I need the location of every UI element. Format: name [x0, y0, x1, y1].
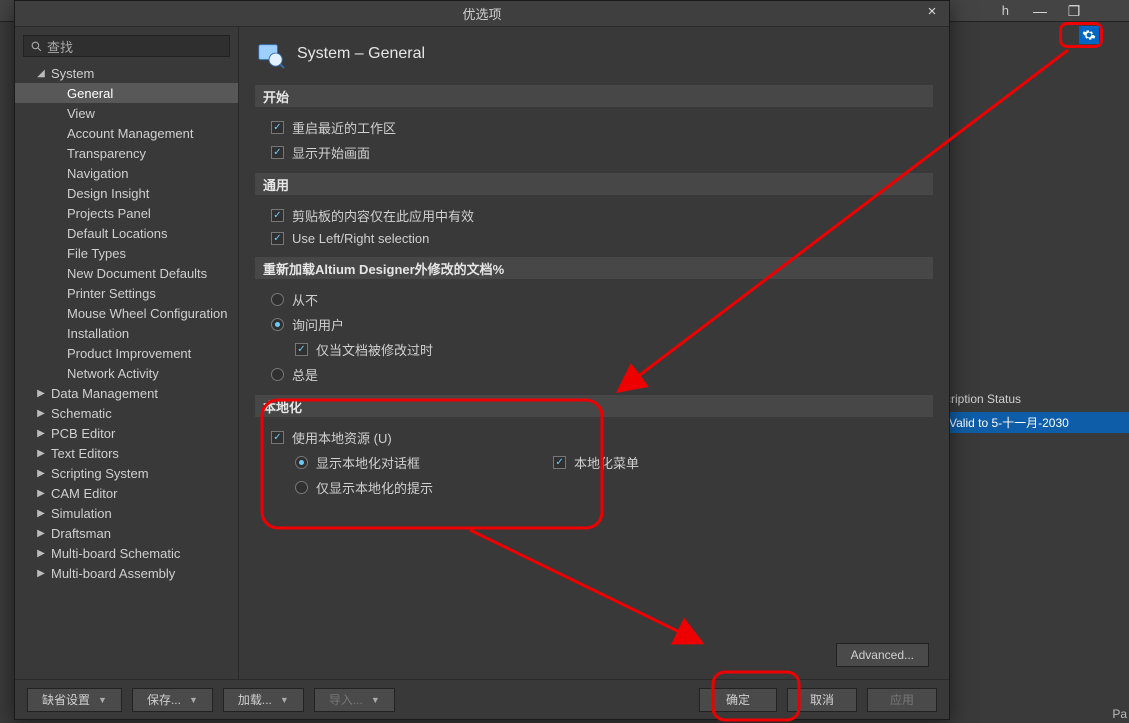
chevron-down-icon: ▼	[98, 695, 107, 705]
tree-general[interactable]: General	[15, 83, 238, 103]
dialog-footer: 缺省设置▼ 保存...▼ 加载...▼ 导入...▼ 确定 取消 应用	[15, 679, 949, 719]
radio-icon[interactable]	[271, 368, 284, 381]
tree-multiboard-asm[interactable]: ▶Multi-board Assembly	[15, 563, 238, 583]
radio-icon[interactable]	[295, 481, 308, 494]
chevron-right-icon: ▶	[35, 548, 47, 559]
checkbox-icon[interactable]	[271, 431, 284, 444]
import-button[interactable]: 导入...▼	[314, 688, 395, 712]
chevron-right-icon: ▶	[35, 508, 47, 519]
opt-reload-always[interactable]: 总是	[255, 362, 933, 387]
save-button[interactable]: 保存...▼	[132, 688, 213, 712]
bg-bottom-right-text: Pa	[1112, 707, 1127, 721]
load-button[interactable]: 加载...▼	[223, 688, 304, 712]
tree-printer-settings[interactable]: Printer Settings	[15, 283, 238, 303]
section-reload: 重新加载Altium Designer外修改的文档%	[255, 257, 933, 279]
system-general-icon	[255, 39, 285, 69]
opt-show-start-screen[interactable]: 显示开始画面	[255, 140, 933, 165]
chevron-right-icon: ▶	[35, 408, 47, 419]
search-placeholder: 查找	[47, 37, 73, 56]
preferences-dialog: 优选项 × 查找 ◢ System General View Account M…	[14, 0, 950, 720]
page-header: System – General	[255, 39, 933, 69]
chevron-right-icon: ▶	[35, 388, 47, 399]
tree-projects-panel[interactable]: Projects Panel	[15, 203, 238, 223]
tree-product-improvement[interactable]: Product Improvement	[15, 343, 238, 363]
tree-data-management[interactable]: ▶Data Management	[15, 383, 238, 403]
chevron-down-icon: ▼	[371, 695, 380, 705]
tree-view[interactable]: View	[15, 103, 238, 123]
opt-show-local-dialogs[interactable]: 显示本地化对话框	[255, 450, 433, 475]
radio-icon[interactable]	[295, 456, 308, 469]
chevron-right-icon: ▶	[35, 488, 47, 499]
minimize-icon[interactable]: —	[1023, 0, 1057, 22]
checkbox-icon[interactable]	[271, 146, 284, 159]
radio-icon[interactable]	[271, 293, 284, 306]
opt-clipboard-local[interactable]: 剪贴板的内容仅在此应用中有效	[255, 203, 933, 228]
bg-top-text: h	[1002, 3, 1009, 18]
tree-draftsman[interactable]: ▶Draftsman	[15, 523, 238, 543]
opt-only-when-modified[interactable]: 仅当文档被修改过时	[255, 337, 933, 362]
tree-new-doc-defaults[interactable]: New Document Defaults	[15, 263, 238, 283]
sidebar: 查找 ◢ System General View Account Managem…	[15, 27, 239, 679]
tree-account[interactable]: Account Management	[15, 123, 238, 143]
tree-transparency[interactable]: Transparency	[15, 143, 238, 163]
advanced-button[interactable]: Advanced...	[836, 643, 929, 667]
subscription-header: cription Status	[939, 390, 1129, 408]
cancel-button[interactable]: 取消	[787, 688, 857, 712]
tree-simulation[interactable]: ▶Simulation	[15, 503, 238, 523]
tree-default-locations[interactable]: Default Locations	[15, 223, 238, 243]
opt-show-local-hints[interactable]: 仅显示本地化的提示	[255, 475, 433, 500]
tree-schematic[interactable]: ▶Schematic	[15, 403, 238, 423]
checkbox-icon[interactable]	[553, 456, 566, 469]
tree-multiboard-sch[interactable]: ▶Multi-board Schematic	[15, 543, 238, 563]
chevron-right-icon: ▶	[35, 428, 47, 439]
checkbox-icon[interactable]	[271, 232, 284, 245]
page-title: System – General	[297, 45, 425, 63]
chevron-right-icon: ▶	[35, 528, 47, 539]
chevron-right-icon: ▶	[35, 568, 47, 579]
tree-design-insight[interactable]: Design Insight	[15, 183, 238, 203]
opt-reload-ask[interactable]: 询问用户	[255, 312, 933, 337]
search-input[interactable]: 查找	[23, 35, 230, 57]
tree-scripting[interactable]: ▶Scripting System	[15, 463, 238, 483]
bg-subscription-panel: cription Status Valid to 5-十一月-2030	[939, 390, 1129, 433]
dialog-title: 优选项	[462, 4, 501, 23]
checkbox-icon[interactable]	[271, 121, 284, 134]
chevron-right-icon: ▶	[35, 468, 47, 479]
subscription-row[interactable]: Valid to 5-十一月-2030	[939, 412, 1129, 433]
opt-local-menu[interactable]: 本地化菜单	[553, 450, 639, 475]
defaults-button[interactable]: 缺省设置▼	[27, 688, 122, 712]
tree-installation[interactable]: Installation	[15, 323, 238, 343]
ok-button[interactable]: 确定	[699, 688, 777, 712]
chevron-down-icon: ◢	[35, 68, 47, 79]
tree-file-types[interactable]: File Types	[15, 243, 238, 263]
content-pane: System – General 开始 重启最近的工作区 显示开始画面 通用 剪…	[239, 27, 949, 679]
tree-network-activity[interactable]: Network Activity	[15, 363, 238, 383]
section-start: 开始	[255, 85, 933, 107]
radio-icon[interactable]	[271, 318, 284, 331]
opt-reload-never[interactable]: 从不	[255, 287, 933, 312]
chevron-down-icon: ▼	[189, 695, 198, 705]
tree-text-editors[interactable]: ▶Text Editors	[15, 443, 238, 463]
apply-button[interactable]: 应用	[867, 688, 937, 712]
opt-restart-workspace[interactable]: 重启最近的工作区	[255, 115, 933, 140]
section-general: 通用	[255, 173, 933, 195]
chevron-right-icon: ▶	[35, 448, 47, 459]
close-icon[interactable]: ×	[921, 3, 943, 20]
opt-use-local-resources[interactable]: 使用本地资源 (U)	[255, 425, 933, 450]
maximize-icon[interactable]: ❐	[1057, 0, 1091, 22]
checkbox-icon[interactable]	[271, 209, 284, 222]
tree-navigation[interactable]: Navigation	[15, 163, 238, 183]
opt-lr-selection[interactable]: Use Left/Right selection	[255, 228, 933, 249]
nav-tree: ◢ System General View Account Management…	[15, 63, 238, 679]
tree-mouse-wheel[interactable]: Mouse Wheel Configuration	[15, 303, 238, 323]
checkbox-icon[interactable]	[295, 343, 308, 356]
gear-icon[interactable]	[1079, 26, 1099, 44]
tree-system[interactable]: ◢ System	[15, 63, 238, 83]
dialog-titlebar: 优选项 ×	[15, 1, 949, 27]
tree-pcb-editor[interactable]: ▶PCB Editor	[15, 423, 238, 443]
section-localization: 本地化	[255, 395, 933, 417]
chevron-down-icon: ▼	[280, 695, 289, 705]
tree-cam-editor[interactable]: ▶CAM Editor	[15, 483, 238, 503]
